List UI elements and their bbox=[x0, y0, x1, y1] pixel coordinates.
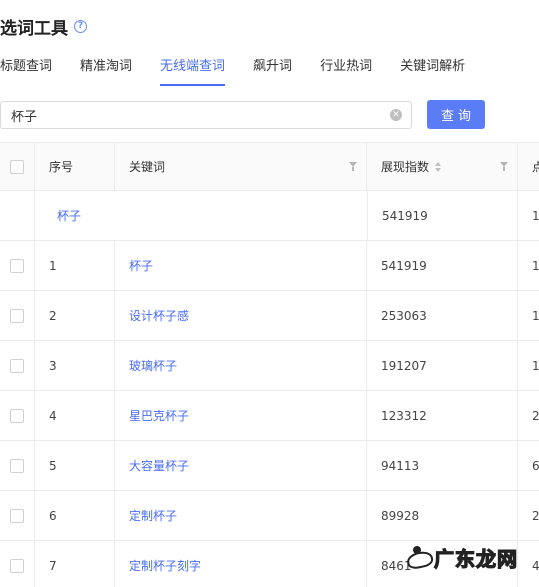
row-keyword: 星巴克杯子 bbox=[115, 391, 367, 440]
row-check-cell bbox=[0, 291, 35, 340]
row-checkbox[interactable] bbox=[10, 358, 24, 373]
row-keyword: 杯子 bbox=[115, 241, 367, 290]
dragon-logo-icon bbox=[404, 542, 434, 572]
column-header-display-index: 展现指数 bbox=[367, 143, 518, 190]
row-display-index: 253063 bbox=[367, 291, 518, 340]
table-header-row: 序号 关键词 展现指数 点 bbox=[0, 142, 539, 191]
row-display-index: 94113 bbox=[367, 441, 518, 490]
summary-check-cell bbox=[0, 191, 35, 240]
column-header-extra: 点 bbox=[532, 160, 539, 174]
page-header: 选词工具 ? bbox=[0, 14, 87, 39]
tab-rising-words[interactable]: 飙升词 bbox=[253, 56, 292, 86]
tab-precise-search[interactable]: 精准淘词 bbox=[80, 56, 132, 86]
row-index: 5 bbox=[35, 441, 115, 490]
clear-icon[interactable]: ✕ bbox=[390, 109, 402, 121]
keyword-table: 序号 关键词 展现指数 点 杯子 541919 1 1 杯子 541919 1 … bbox=[0, 142, 539, 587]
row-checkbox[interactable] bbox=[10, 258, 24, 273]
row-extra: 2 bbox=[532, 508, 539, 523]
tab-bar: 标题查词 精准淘词 无线端查词 飙升词 行业热词 关键词解析 bbox=[0, 56, 539, 88]
column-header-keyword-label: 关键词 bbox=[129, 160, 166, 174]
row-display-index: 191207 bbox=[367, 341, 518, 390]
keyword-link[interactable]: 定制杯子 bbox=[129, 507, 177, 524]
filter-icon[interactable] bbox=[349, 162, 357, 171]
row-extra: 1 bbox=[532, 308, 539, 323]
table-row: 5 大容量杯子 94113 6 bbox=[0, 441, 539, 491]
summary-display-index: 541919 bbox=[367, 191, 518, 240]
table-row: 2 设计杯子感 253063 1 bbox=[0, 291, 539, 341]
tab-title-query[interactable]: 标题查词 bbox=[0, 56, 52, 86]
row-display-index: 541919 bbox=[367, 241, 518, 290]
summary-row: 杯子 541919 1 bbox=[0, 191, 539, 241]
tab-mobile-query[interactable]: 无线端查词 bbox=[160, 56, 226, 86]
row-keyword: 设计杯子感 bbox=[115, 291, 367, 340]
select-all-cell bbox=[0, 143, 35, 190]
row-display-index: 123312 bbox=[367, 391, 518, 440]
watermark: 广东龙网 bbox=[404, 541, 524, 573]
table-row: 3 玻璃杯子 191207 1 bbox=[0, 341, 539, 391]
filter-icon[interactable] bbox=[500, 162, 508, 171]
table-row: 4 星巴克杯子 123312 2 bbox=[0, 391, 539, 441]
summary-keyword: 杯子 bbox=[35, 191, 338, 240]
keyword-link[interactable]: 大容量杯子 bbox=[129, 457, 189, 474]
row-index: 3 bbox=[35, 341, 115, 390]
keyword-link[interactable]: 杯子 bbox=[129, 257, 153, 274]
row-check-cell bbox=[0, 491, 35, 540]
row-extra: 2 bbox=[532, 408, 539, 423]
row-extra: 1 bbox=[532, 258, 539, 273]
summary-extra: 1 bbox=[532, 208, 539, 223]
tab-keyword-analysis[interactable]: 关键词解析 bbox=[400, 56, 465, 86]
help-icon[interactable]: ? bbox=[74, 19, 87, 33]
row-index: 2 bbox=[35, 291, 115, 340]
column-header-keyword: 关键词 bbox=[115, 143, 367, 190]
row-keyword: 定制杯子 bbox=[115, 491, 367, 540]
tab-industry-hot-words[interactable]: 行业热词 bbox=[320, 56, 372, 86]
row-checkbox[interactable] bbox=[10, 408, 24, 423]
row-check-cell bbox=[0, 541, 35, 587]
select-all-checkbox[interactable] bbox=[10, 159, 24, 174]
row-keyword: 大容量杯子 bbox=[115, 441, 367, 490]
row-index: 7 bbox=[35, 541, 115, 587]
row-index: 4 bbox=[35, 391, 115, 440]
page-title: 选词工具 bbox=[0, 18, 68, 39]
search-input[interactable] bbox=[11, 107, 390, 123]
keyword-link[interactable]: 玻璃杯子 bbox=[129, 357, 177, 374]
row-keyword: 定制杯子刻字 bbox=[115, 541, 367, 587]
search-box: ✕ bbox=[0, 101, 412, 129]
table-row: 1 杯子 541919 1 bbox=[0, 241, 539, 291]
row-check-cell bbox=[0, 241, 35, 290]
row-check-cell bbox=[0, 391, 35, 440]
column-header-display-index-label: 展现指数 bbox=[381, 160, 430, 174]
row-checkbox[interactable] bbox=[10, 458, 24, 473]
row-index: 1 bbox=[35, 241, 115, 290]
row-keyword: 玻璃杯子 bbox=[115, 341, 367, 390]
row-extra: 6 bbox=[532, 458, 539, 473]
search-button[interactable]: 查询 bbox=[427, 100, 485, 129]
table-row: 6 定制杯子 89928 2 bbox=[0, 491, 539, 541]
row-checkbox[interactable] bbox=[10, 508, 24, 523]
row-checkbox[interactable] bbox=[10, 558, 24, 573]
watermark-text: 广东龙网 bbox=[433, 546, 518, 571]
keyword-link[interactable]: 定制杯子刻字 bbox=[129, 557, 201, 574]
summary-keyword-link[interactable]: 杯子 bbox=[57, 207, 81, 224]
row-extra: 1 bbox=[532, 358, 539, 373]
row-check-cell bbox=[0, 341, 35, 390]
row-check-cell bbox=[0, 441, 35, 490]
column-header-index: 序号 bbox=[35, 143, 115, 190]
row-checkbox[interactable] bbox=[10, 308, 24, 323]
keyword-link[interactable]: 星巴克杯子 bbox=[129, 407, 189, 424]
sort-icon[interactable] bbox=[435, 161, 442, 172]
keyword-link[interactable]: 设计杯子感 bbox=[129, 307, 189, 324]
row-index: 6 bbox=[35, 491, 115, 540]
row-display-index: 89928 bbox=[367, 491, 518, 540]
